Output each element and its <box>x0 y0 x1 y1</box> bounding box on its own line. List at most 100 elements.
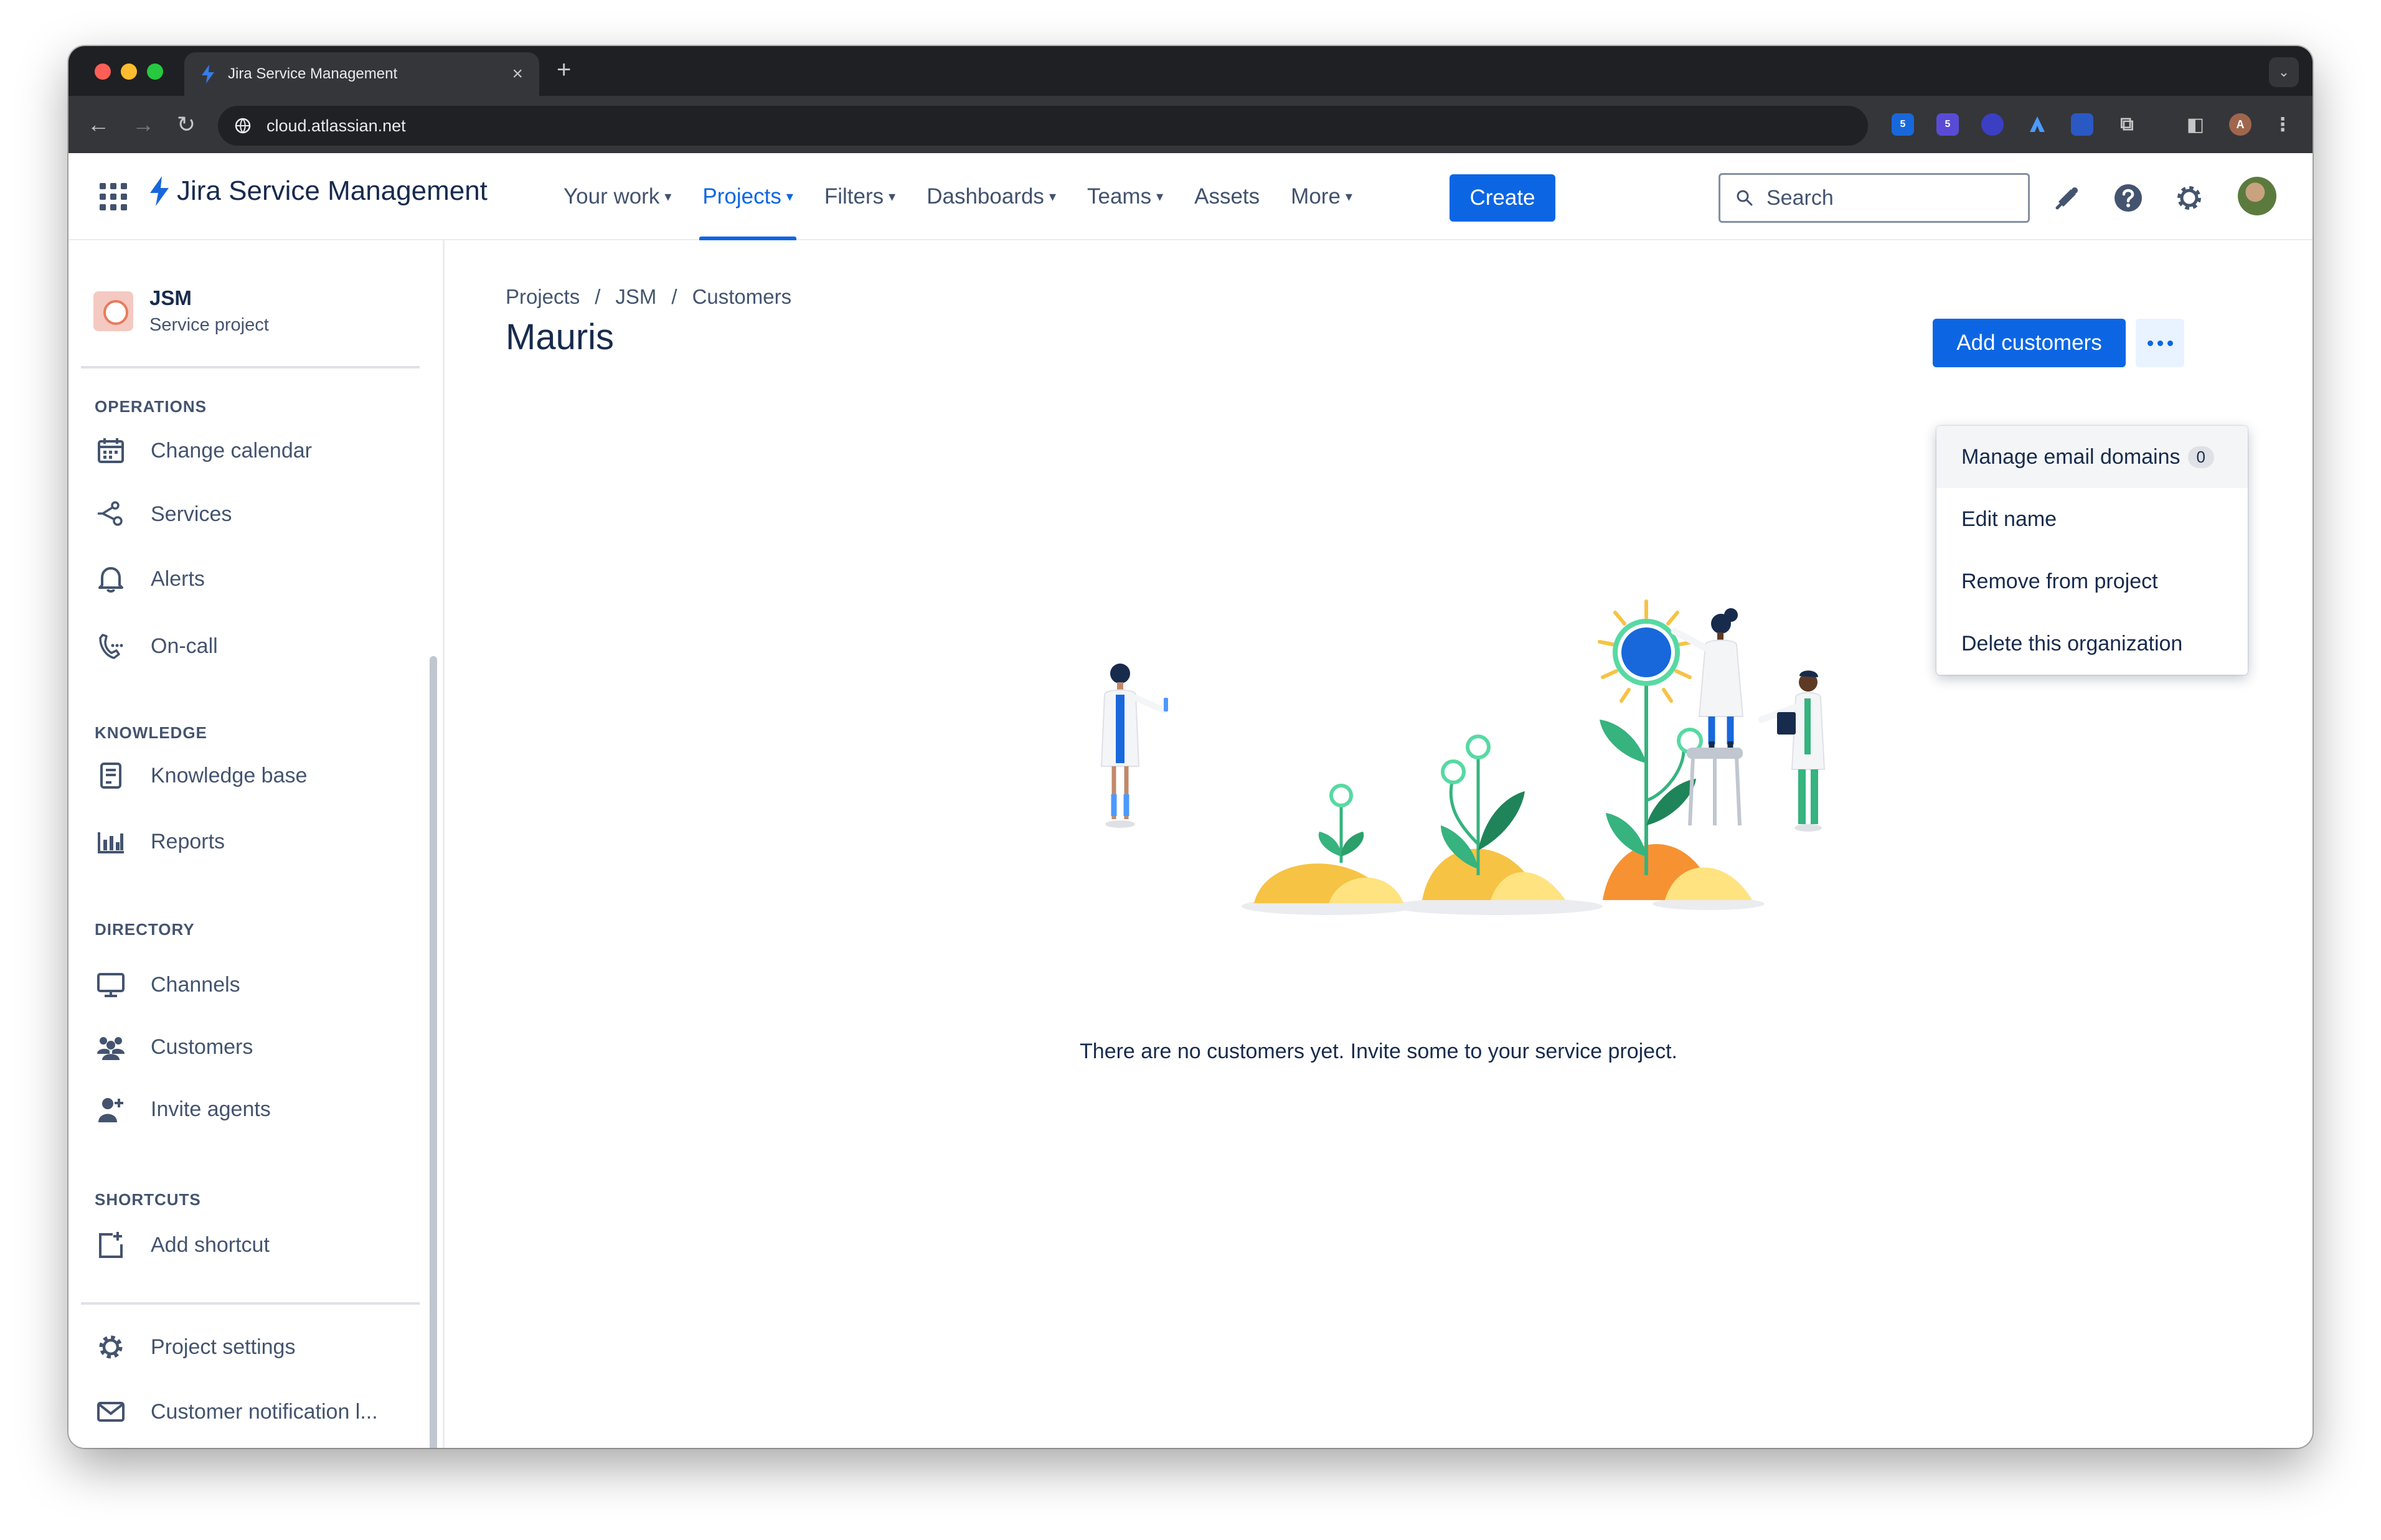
more-dot-icon <box>2167 340 2173 346</box>
top-navigation: Jira Service Management Your work ▾ Proje… <box>68 153 2313 240</box>
settings-gear-icon <box>95 1331 127 1363</box>
sidebar-item-customers[interactable]: Customers <box>95 1031 253 1063</box>
reload-icon[interactable]: ↻ <box>177 110 196 139</box>
tab-title: Jira Service Management <box>228 65 398 82</box>
address-bar[interactable]: cloud.atlassian.net <box>218 106 1868 146</box>
nav-teams-label: Teams <box>1087 184 1152 209</box>
sidebar-scrollbar[interactable] <box>430 656 437 1448</box>
bell-icon <box>95 563 127 595</box>
sidebar-divider <box>81 366 420 369</box>
sidebar-item-customer-notifications[interactable]: Customer notification l... <box>95 1396 378 1428</box>
more-actions-button[interactable] <box>2136 319 2184 367</box>
menu-item-remove-from-project[interactable]: Remove from project <box>1936 550 2248 613</box>
sidebar-item-label: Channels <box>151 972 240 997</box>
close-window-button[interactable] <box>95 63 111 80</box>
breadcrumb-customers[interactable]: Customers <box>692 285 792 309</box>
extension-1-icon[interactable]: 5 <box>1892 113 1914 136</box>
sidebar-divider <box>81 1302 420 1305</box>
new-tab-button[interactable]: + <box>557 56 571 84</box>
forward-arrow-icon[interactable]: → <box>132 110 154 139</box>
settings-gear-icon[interactable] <box>2174 183 2204 213</box>
add-customers-button[interactable]: Add customers <box>1933 319 2126 367</box>
breadcrumb-jsm[interactable]: JSM <box>615 285 656 309</box>
sidebar-item-channels[interactable]: Channels <box>95 969 240 1001</box>
breadcrumb: Projects / JSM / Customers <box>506 285 791 309</box>
menu-item-manage-email-domains[interactable]: Manage email domains 0 <box>1936 426 2248 488</box>
jira-extension-icon[interactable] <box>2071 113 2093 136</box>
nav-filters-label: Filters <box>824 184 884 209</box>
sidebar-item-invite-agents[interactable]: Invite agents <box>95 1093 271 1125</box>
empty-state-message: There are no customers yet. Invite some … <box>1080 1040 1677 1063</box>
browser-menu-icon[interactable]: ⋮ <box>2271 113 2294 136</box>
nav-more[interactable]: More ▾ <box>1275 153 1368 240</box>
nav-your-work[interactable]: Your work ▾ <box>548 153 687 240</box>
menu-item-edit-name[interactable]: Edit name <box>1936 488 2248 550</box>
app-switcher-icon[interactable] <box>100 183 127 210</box>
project-name: JSM <box>149 286 192 309</box>
menu-item-delete-organization[interactable]: Delete this organization <box>1936 613 2248 675</box>
breadcrumb-projects[interactable]: Projects <box>506 285 580 309</box>
search-icon <box>1737 190 1753 206</box>
invite-person-icon <box>95 1093 127 1125</box>
menu-item-label: Edit name <box>1961 507 2057 531</box>
product-logo[interactable]: Jira Service Management <box>148 176 488 207</box>
sidebar-item-on-call[interactable]: On-call <box>95 630 218 662</box>
extension-2-badge: 5 <box>1945 119 1951 129</box>
browser-tab[interactable]: Jira Service Management × <box>184 52 539 96</box>
section-shortcuts: SHORTCUTS <box>95 1190 201 1209</box>
jsm-bolt-icon <box>150 176 169 206</box>
extensions-puzzle-icon[interactable]: ⧉ <box>2116 113 2138 136</box>
sidebar-item-label: Knowledge base <box>151 763 308 787</box>
page-title: Mauris <box>506 317 615 357</box>
search-input[interactable]: Search <box>1719 173 2030 223</box>
side-panel-icon[interactable]: ◧ <box>2184 113 2207 136</box>
sidebar-item-label: Invite agents <box>151 1097 271 1121</box>
nav-dashboards[interactable]: Dashboards ▾ <box>911 153 1072 240</box>
sidebar-item-label: Change calendar <box>151 438 312 462</box>
project-header[interactable]: JSM Service project <box>93 286 269 336</box>
nav-filters[interactable]: Filters ▾ <box>809 153 911 240</box>
services-icon <box>95 498 127 530</box>
chevron-down-icon: ▾ <box>889 189 896 204</box>
sidebar-item-project-settings[interactable]: Project settings <box>95 1331 295 1363</box>
nav-projects[interactable]: Projects ▾ <box>687 153 808 240</box>
jira-favicon-icon <box>202 65 214 83</box>
more-actions-menu: Manage email domains 0 Edit name Remove … <box>1936 426 2248 675</box>
browser-window: Jira Service Management × + ⌄ ← → ↻ clou… <box>68 46 2313 1448</box>
nav-projects-label: Projects <box>702 184 781 209</box>
maximize-window-button[interactable] <box>147 63 163 80</box>
phone-icon <box>95 630 127 662</box>
sidebar-item-services[interactable]: Services <box>95 498 232 530</box>
add-shortcut-icon <box>95 1229 127 1261</box>
knowledge-base-icon <box>95 759 127 792</box>
sidebar-item-add-shortcut[interactable]: Add shortcut <box>95 1229 270 1261</box>
chevron-down-icon: ▾ <box>664 189 672 204</box>
sidebar-item-label: Reports <box>151 829 225 853</box>
tab-close-icon[interactable]: × <box>512 63 523 85</box>
sidebar-item-label: Add shortcut <box>151 1232 270 1257</box>
extension-2-icon[interactable]: 5 <box>1936 113 1959 136</box>
help-icon[interactable] <box>2113 183 2143 213</box>
minimize-window-button[interactable] <box>121 63 137 80</box>
sidebar-item-label: Services <box>151 502 232 526</box>
menu-item-label: Remove from project <box>1961 569 2158 593</box>
nav-assets[interactable]: Assets <box>1179 153 1275 240</box>
notifications-megaphone-icon[interactable] <box>2052 183 2082 213</box>
sidebar-item-change-calendar[interactable]: Change calendar <box>95 434 312 467</box>
browser-tabstrip: Jira Service Management × + ⌄ <box>68 46 2313 96</box>
sidebar-item-reports[interactable]: Reports <box>95 825 225 858</box>
sidebar-item-alerts[interactable]: Alerts <box>95 563 205 595</box>
tab-search-chevron-icon[interactable]: ⌄ <box>2269 57 2299 87</box>
extension-3-icon[interactable] <box>1981 113 2004 136</box>
nav-dashboards-label: Dashboards <box>926 184 1044 209</box>
atlassian-extension-icon[interactable] <box>2026 113 2049 136</box>
nav-teams[interactable]: Teams ▾ <box>1072 153 1179 240</box>
user-avatar[interactable] <box>2238 177 2276 215</box>
sidebar-item-knowledge-base[interactable]: Knowledge base <box>95 759 307 792</box>
sidebar-item-label: Customers <box>151 1035 253 1059</box>
back-arrow-icon[interactable]: ← <box>87 110 110 139</box>
profile-avatar[interactable]: A <box>2229 113 2251 136</box>
search-placeholder: Search <box>1766 185 1834 210</box>
chevron-down-icon: ▾ <box>1345 189 1352 204</box>
create-button[interactable]: Create <box>1450 174 1555 222</box>
